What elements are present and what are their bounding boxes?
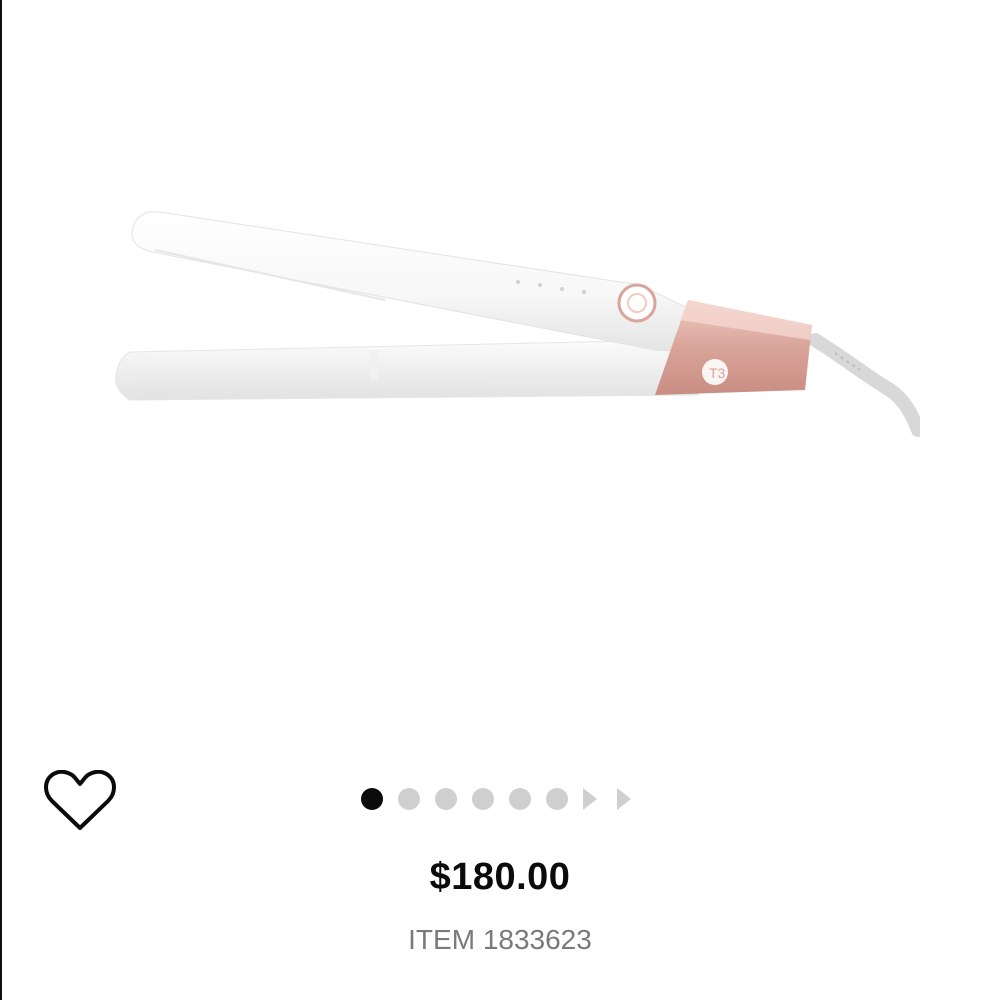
item-number: ITEM 1833623 <box>408 924 592 955</box>
carousel-dot-3[interactable] <box>435 788 457 810</box>
carousel-dot-4[interactable] <box>472 788 494 810</box>
left-border <box>0 0 2 1000</box>
carousel-dot-5[interactable] <box>509 788 531 810</box>
chevron-right-icon[interactable] <box>583 788 597 810</box>
favorite-button[interactable] <box>40 766 120 836</box>
carousel-dot-1[interactable] <box>361 788 383 810</box>
carousel-dot-2[interactable] <box>398 788 420 810</box>
carousel-dot-6[interactable] <box>546 788 568 810</box>
chevron-right-icon[interactable] <box>617 788 631 810</box>
product-image[interactable]: T3 <box>100 190 920 460</box>
image-carousel-dots <box>361 784 651 814</box>
product-detail-page: T3 $180.00 ITEM 1833623 <box>0 0 1000 1000</box>
product-price: $180.00 <box>429 856 571 898</box>
heart-outline-icon <box>44 770 116 830</box>
svg-text:T3: T3 <box>709 365 726 381</box>
